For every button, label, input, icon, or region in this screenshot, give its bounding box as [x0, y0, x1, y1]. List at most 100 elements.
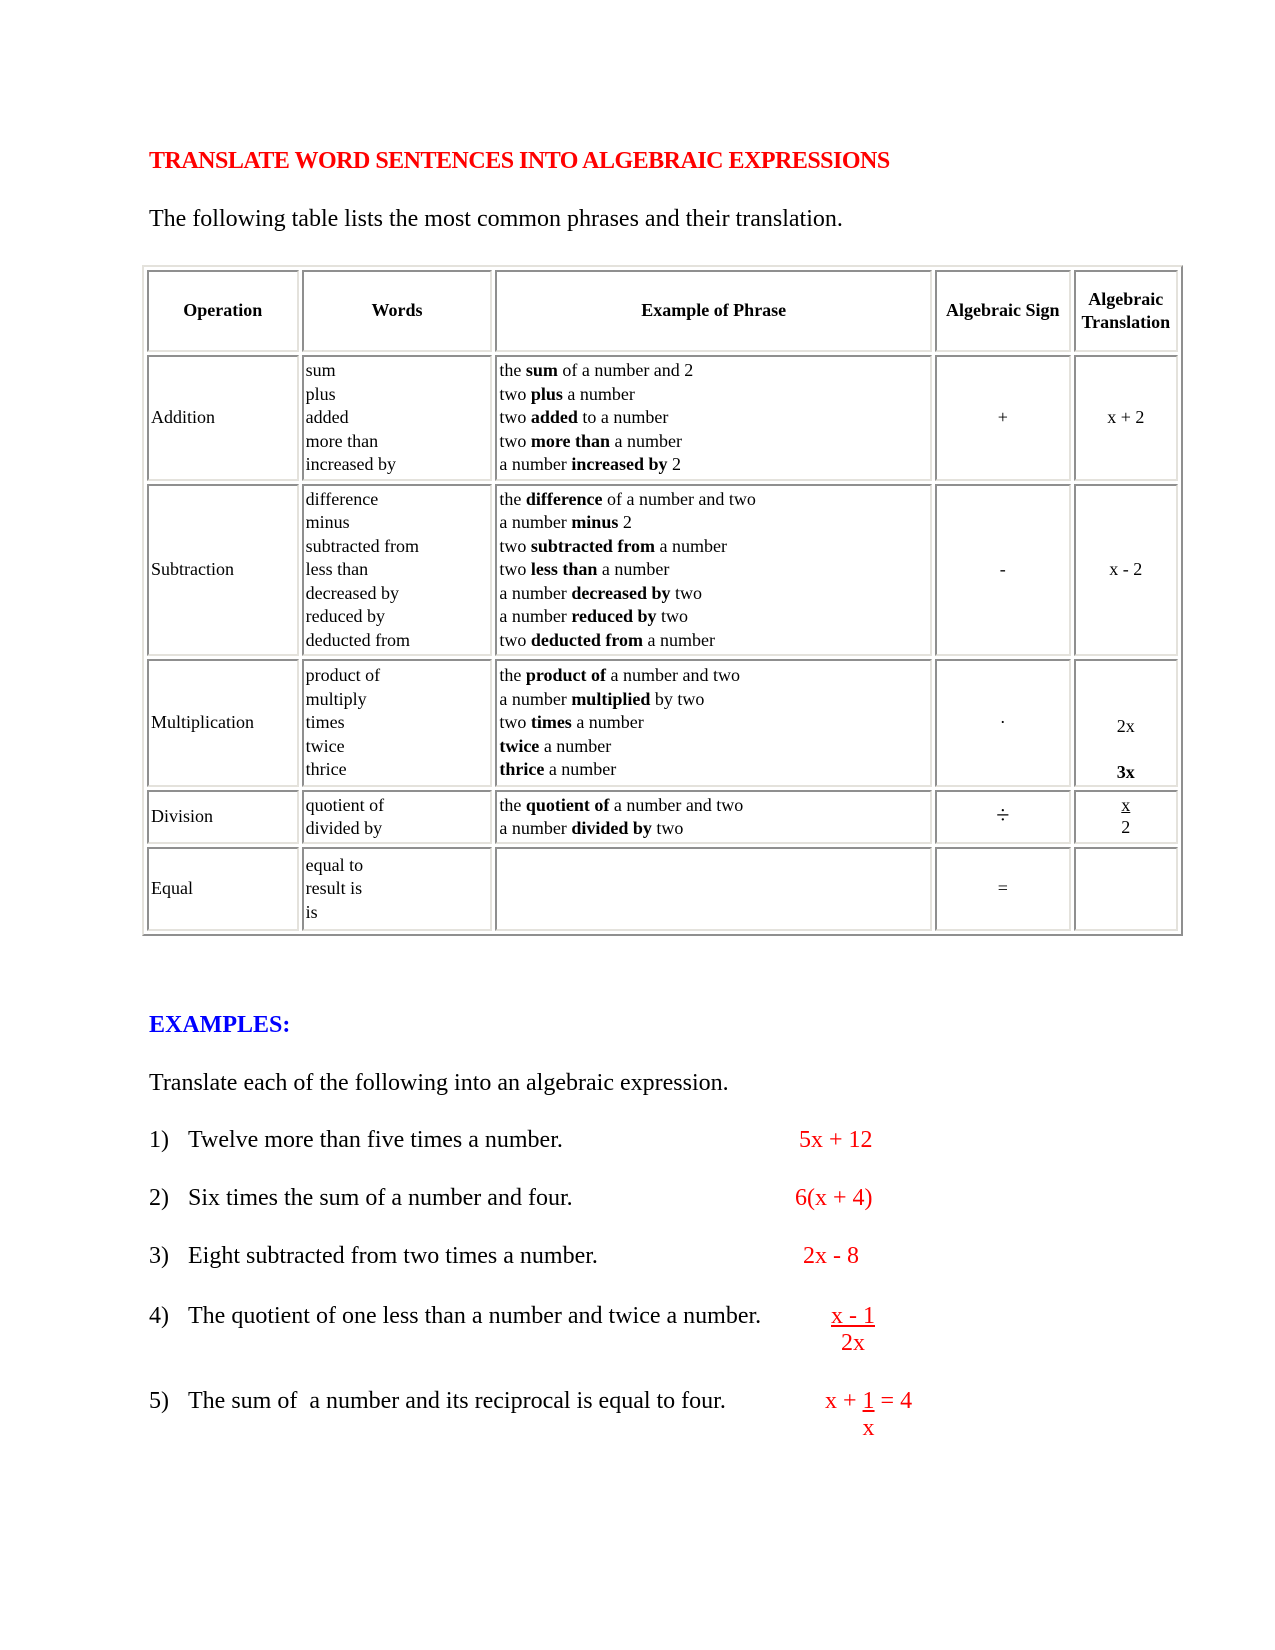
- phrase-text: two: [499, 559, 531, 580]
- phrase-text: a number: [643, 629, 715, 650]
- word-item: twice: [305, 735, 345, 756]
- key-phrase: sum: [525, 360, 558, 381]
- word-item: decreased by: [305, 582, 400, 603]
- example-answer: 2x - 8: [803, 1243, 859, 1269]
- key-phrase: increased by: [571, 454, 668, 475]
- sign-cell: =: [935, 847, 1071, 931]
- phrase-text: a number: [499, 818, 572, 838]
- header-sign: Algebraic Sign: [935, 270, 1071, 352]
- word-item: times: [305, 712, 345, 733]
- phrase-text: 2: [667, 454, 681, 475]
- key-phrase: plus: [530, 383, 563, 404]
- key-phrase: quotient of: [525, 794, 610, 815]
- phrase-text: a number: [499, 688, 572, 709]
- translation-cell: [1073, 847, 1178, 931]
- word-item: less than: [305, 559, 369, 580]
- key-phrase: reduced by: [571, 606, 657, 627]
- operation-cell: Division: [147, 790, 299, 844]
- phrase-text: of a number and 2: [557, 360, 694, 381]
- fraction: x2: [1121, 794, 1130, 838]
- examples-intro: Translate each of the following into an …: [149, 1070, 729, 1096]
- example-number: 4): [149, 1303, 169, 1329]
- word-item: equal to: [305, 854, 364, 875]
- translation-value-alt: 3x: [1116, 761, 1135, 782]
- key-phrase: product of: [525, 665, 607, 686]
- fraction: 1x: [863, 1388, 875, 1442]
- phrase-text: a number: [610, 430, 682, 451]
- example-phrase: the product of a number and two: [499, 664, 928, 688]
- word-item: divided by: [305, 818, 383, 838]
- example-number: 2): [149, 1185, 169, 1211]
- phrase-text: a number: [597, 559, 670, 580]
- intro-text: The following table lists the most commo…: [149, 206, 843, 232]
- example-text: Twelve more than five times a number.: [188, 1127, 563, 1153]
- phrase-text: a number: [499, 512, 572, 533]
- example-phrase: two times a number: [499, 711, 928, 735]
- phrase-text: by two: [650, 688, 705, 709]
- example-answer: x + 1x = 4: [825, 1388, 912, 1442]
- words-cell: equal to result is is: [301, 847, 493, 931]
- example-phrase: a number increased by 2: [499, 453, 928, 477]
- sign-cell: ÷: [935, 790, 1071, 844]
- answer-suffix: = 4: [874, 1388, 913, 1414]
- example-phrase: a number multiplied by two: [499, 688, 928, 712]
- example-number: 5): [149, 1388, 169, 1414]
- key-phrase: deducted from: [530, 629, 643, 650]
- key-phrase: more than: [530, 430, 610, 451]
- example-item: 1) Twelve more than five times a number.: [149, 1127, 563, 1154]
- word-item: plus: [305, 383, 336, 404]
- example-phrase: the sum of a number and 2: [499, 359, 928, 383]
- key-phrase: divided by: [571, 818, 652, 838]
- header-operation: Operation: [147, 270, 299, 352]
- operation-cell: Equal: [147, 847, 299, 931]
- phrase-text: a number: [499, 454, 572, 475]
- word-item: result is: [305, 878, 363, 899]
- example-phrase: the quotient of a number and two: [499, 794, 928, 818]
- word-item: product of: [305, 665, 381, 686]
- example-phrase: a number divided by two: [499, 817, 928, 841]
- phrase-text: a number and two: [606, 665, 740, 686]
- word-item: reduced by: [305, 606, 386, 627]
- phrase-text: of a number and two: [602, 488, 756, 509]
- phrase-text: two: [499, 535, 531, 556]
- key-phrase: twice: [499, 735, 540, 756]
- phrase-text: a number: [499, 606, 572, 627]
- key-phrase: minus: [571, 512, 619, 533]
- example-text: Six times the sum of a number and four.: [188, 1185, 573, 1211]
- word-item: thrice: [305, 759, 347, 780]
- translation-cell: 2x 3x: [1073, 659, 1178, 787]
- header-translation-line1: Algebraic: [1088, 288, 1164, 309]
- word-item: increased by: [305, 454, 397, 475]
- example-item: 4) The quotient of one less than a number…: [149, 1303, 761, 1330]
- example-text: The sum of a number and its reciprocal i…: [188, 1388, 726, 1414]
- example-phrase: twice a number: [499, 735, 928, 759]
- operation-cell: Addition: [147, 355, 299, 481]
- words-cell: quotient of divided by: [301, 790, 493, 844]
- fraction-denominator: 2: [1121, 817, 1131, 838]
- example-item: 5) The sum of a number and its reciprocal…: [149, 1388, 726, 1415]
- phrase-text: two: [499, 383, 531, 404]
- phrase-text: the: [499, 360, 526, 381]
- phrase-text: two: [499, 407, 531, 428]
- example-phrase: two plus a number: [499, 383, 928, 407]
- translation-cell: x2: [1073, 790, 1178, 844]
- header-words: Words: [301, 270, 493, 352]
- phrase-text: the: [499, 665, 526, 686]
- example-phrase: two deducted from a number: [499, 629, 928, 653]
- phrase-text: a number: [654, 535, 727, 556]
- words-cell: difference minus subtracted from less than d…: [301, 484, 493, 656]
- example-cell: the product of a number and two a number …: [495, 659, 933, 787]
- example-number: 3): [149, 1243, 169, 1269]
- key-phrase: subtracted from: [530, 535, 655, 556]
- word-item: deducted from: [305, 629, 411, 650]
- table-row-subtraction: Subtraction difference minus subtracted fro…: [147, 484, 1178, 656]
- table-row-division: Division quotient of divided by the quotien…: [147, 790, 1178, 844]
- example-cell: the difference of a number and two a numb…: [495, 484, 933, 656]
- phrase-text: the: [499, 488, 526, 509]
- phrase-text: to a number: [577, 407, 669, 428]
- examples-heading: EXAMPLES:: [149, 1012, 291, 1038]
- table-row-addition: Addition sum plus added more than increased b…: [147, 355, 1178, 481]
- fraction: x - 1 2x: [831, 1303, 875, 1357]
- words-cell: product of multiply times twice thrice: [301, 659, 493, 787]
- phrase-text: a number and two: [609, 794, 744, 815]
